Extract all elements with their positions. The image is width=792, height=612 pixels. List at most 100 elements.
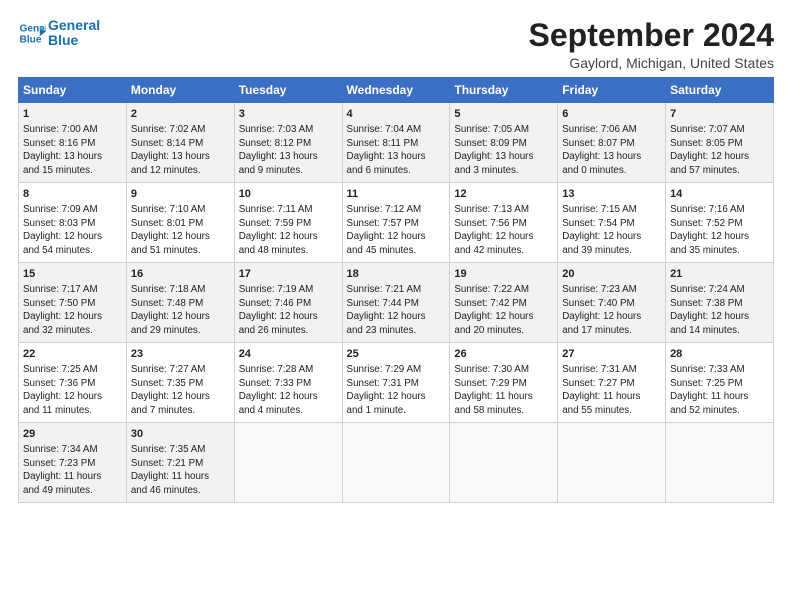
day-info: Sunrise: 7:09 AM Sunset: 8:03 PM Dayligh… xyxy=(23,204,102,256)
calendar-cell xyxy=(450,423,558,503)
day-info: Sunrise: 7:13 AM Sunset: 7:56 PM Dayligh… xyxy=(454,204,533,256)
day-info: Sunrise: 7:11 AM Sunset: 7:59 PM Dayligh… xyxy=(239,204,318,256)
calendar-cell: 9 Sunrise: 7:10 AM Sunset: 8:01 PM Daylig… xyxy=(126,183,234,263)
calendar-cell: 15 Sunrise: 7:17 AM Sunset: 7:50 PM Dayli… xyxy=(19,263,127,343)
day-number: 1 xyxy=(23,107,122,122)
day-number: 19 xyxy=(454,267,553,282)
col-saturday: Saturday xyxy=(666,78,774,103)
calendar-cell: 18 Sunrise: 7:21 AM Sunset: 7:44 PM Dayli… xyxy=(342,263,450,343)
day-number: 28 xyxy=(670,347,769,362)
calendar-week-5: 29 Sunrise: 7:34 AM Sunset: 7:23 PM Dayli… xyxy=(19,423,774,503)
day-info: Sunrise: 7:30 AM Sunset: 7:29 PM Dayligh… xyxy=(454,364,532,416)
day-info: Sunrise: 7:19 AM Sunset: 7:46 PM Dayligh… xyxy=(239,284,318,336)
day-info: Sunrise: 7:10 AM Sunset: 8:01 PM Dayligh… xyxy=(131,204,210,256)
day-info: Sunrise: 7:06 AM Sunset: 8:07 PM Dayligh… xyxy=(562,124,641,176)
day-number: 3 xyxy=(239,107,338,122)
calendar-cell: 16 Sunrise: 7:18 AM Sunset: 7:48 PM Dayli… xyxy=(126,263,234,343)
day-info: Sunrise: 7:25 AM Sunset: 7:36 PM Dayligh… xyxy=(23,364,102,416)
day-info: Sunrise: 7:17 AM Sunset: 7:50 PM Dayligh… xyxy=(23,284,102,336)
day-number: 12 xyxy=(454,187,553,202)
day-info: Sunrise: 7:05 AM Sunset: 8:09 PM Dayligh… xyxy=(454,124,533,176)
calendar-cell: 30 Sunrise: 7:35 AM Sunset: 7:21 PM Dayli… xyxy=(126,423,234,503)
col-monday: Monday xyxy=(126,78,234,103)
calendar-cell: 14 Sunrise: 7:16 AM Sunset: 7:52 PM Dayli… xyxy=(666,183,774,263)
logo: General Blue General Blue xyxy=(18,18,100,49)
day-number: 16 xyxy=(131,267,230,282)
day-number: 18 xyxy=(347,267,446,282)
day-number: 14 xyxy=(670,187,769,202)
day-number: 26 xyxy=(454,347,553,362)
day-number: 30 xyxy=(131,427,230,442)
day-number: 29 xyxy=(23,427,122,442)
calendar-cell: 12 Sunrise: 7:13 AM Sunset: 7:56 PM Dayli… xyxy=(450,183,558,263)
day-number: 9 xyxy=(131,187,230,202)
day-info: Sunrise: 7:35 AM Sunset: 7:21 PM Dayligh… xyxy=(131,444,209,496)
day-info: Sunrise: 7:21 AM Sunset: 7:44 PM Dayligh… xyxy=(347,284,426,336)
header: General Blue General Blue September 2024… xyxy=(18,18,774,71)
day-info: Sunrise: 7:33 AM Sunset: 7:25 PM Dayligh… xyxy=(670,364,748,416)
calendar-cell: 2Sunrise: 7:02 AM Sunset: 8:14 PM Daylig… xyxy=(126,103,234,183)
day-number: 20 xyxy=(562,267,661,282)
calendar-cell: 29 Sunrise: 7:34 AM Sunset: 7:23 PM Dayli… xyxy=(19,423,127,503)
calendar-cell: 5Sunrise: 7:05 AM Sunset: 8:09 PM Daylig… xyxy=(450,103,558,183)
col-wednesday: Wednesday xyxy=(342,78,450,103)
subtitle: Gaylord, Michigan, United States xyxy=(529,55,774,71)
day-number: 17 xyxy=(239,267,338,282)
day-number: 13 xyxy=(562,187,661,202)
day-number: 6 xyxy=(562,107,661,122)
day-number: 21 xyxy=(670,267,769,282)
header-row: Sunday Monday Tuesday Wednesday Thursday… xyxy=(19,78,774,103)
day-info: Sunrise: 7:00 AM Sunset: 8:16 PM Dayligh… xyxy=(23,124,102,176)
calendar-cell xyxy=(558,423,666,503)
calendar-week-1: 1 Sunrise: 7:00 AM Sunset: 8:16 PM Daylig… xyxy=(19,103,774,183)
calendar-cell: 25 Sunrise: 7:29 AM Sunset: 7:31 PM Dayli… xyxy=(342,343,450,423)
calendar-cell: 6 Sunrise: 7:06 AM Sunset: 8:07 PM Daylig… xyxy=(558,103,666,183)
col-thursday: Thursday xyxy=(450,78,558,103)
col-friday: Friday xyxy=(558,78,666,103)
calendar-cell: 10Sunrise: 7:11 AM Sunset: 7:59 PM Dayli… xyxy=(234,183,342,263)
calendar-cell xyxy=(342,423,450,503)
day-info: Sunrise: 7:31 AM Sunset: 7:27 PM Dayligh… xyxy=(562,364,640,416)
calendar-cell: 23Sunrise: 7:27 AM Sunset: 7:35 PM Dayli… xyxy=(126,343,234,423)
calendar-cell: 24Sunrise: 7:28 AM Sunset: 7:33 PM Dayli… xyxy=(234,343,342,423)
calendar-cell: 26 Sunrise: 7:30 AM Sunset: 7:29 PM Dayli… xyxy=(450,343,558,423)
calendar-cell: 27 Sunrise: 7:31 AM Sunset: 7:27 PM Dayli… xyxy=(558,343,666,423)
calendar-table: Sunday Monday Tuesday Wednesday Thursday… xyxy=(18,77,774,503)
day-info: Sunrise: 7:04 AM Sunset: 8:11 PM Dayligh… xyxy=(347,124,426,176)
calendar-cell: 21 Sunrise: 7:24 AM Sunset: 7:38 PM Dayli… xyxy=(666,263,774,343)
day-info: Sunrise: 7:07 AM Sunset: 8:05 PM Dayligh… xyxy=(670,124,749,176)
day-number: 7 xyxy=(670,107,769,122)
day-info: Sunrise: 7:29 AM Sunset: 7:31 PM Dayligh… xyxy=(347,364,426,416)
calendar-cell xyxy=(666,423,774,503)
day-info: Sunrise: 7:22 AM Sunset: 7:42 PM Dayligh… xyxy=(454,284,533,336)
col-tuesday: Tuesday xyxy=(234,78,342,103)
calendar-cell: 17 Sunrise: 7:19 AM Sunset: 7:46 PM Dayli… xyxy=(234,263,342,343)
calendar-cell: 1 Sunrise: 7:00 AM Sunset: 8:16 PM Daylig… xyxy=(19,103,127,183)
svg-text:Blue: Blue xyxy=(20,35,42,46)
calendar-cell: 19 Sunrise: 7:22 AM Sunset: 7:42 PM Dayli… xyxy=(450,263,558,343)
day-info: Sunrise: 7:16 AM Sunset: 7:52 PM Dayligh… xyxy=(670,204,749,256)
calendar-cell: 20Sunrise: 7:23 AM Sunset: 7:40 PM Dayli… xyxy=(558,263,666,343)
calendar-cell xyxy=(234,423,342,503)
calendar-cell: 4 Sunrise: 7:04 AM Sunset: 8:11 PM Daylig… xyxy=(342,103,450,183)
calendar-cell: 22 Sunrise: 7:25 AM Sunset: 7:36 PM Dayli… xyxy=(19,343,127,423)
day-number: 4 xyxy=(347,107,446,122)
day-info: Sunrise: 7:15 AM Sunset: 7:54 PM Dayligh… xyxy=(562,204,641,256)
day-number: 27 xyxy=(562,347,661,362)
day-info: Sunrise: 7:18 AM Sunset: 7:48 PM Dayligh… xyxy=(131,284,210,336)
day-info: Sunrise: 7:24 AM Sunset: 7:38 PM Dayligh… xyxy=(670,284,749,336)
calendar-week-2: 8Sunrise: 7:09 AM Sunset: 8:03 PM Daylig… xyxy=(19,183,774,263)
day-info: Sunrise: 7:28 AM Sunset: 7:33 PM Dayligh… xyxy=(239,364,318,416)
calendar-cell: 8Sunrise: 7:09 AM Sunset: 8:03 PM Daylig… xyxy=(19,183,127,263)
calendar-cell: 11Sunrise: 7:12 AM Sunset: 7:57 PM Dayli… xyxy=(342,183,450,263)
day-number: 15 xyxy=(23,267,122,282)
day-number: 25 xyxy=(347,347,446,362)
day-number: 2 xyxy=(131,107,230,122)
day-number: 22 xyxy=(23,347,122,362)
calendar-cell: 7 Sunrise: 7:07 AM Sunset: 8:05 PM Daylig… xyxy=(666,103,774,183)
day-number: 23 xyxy=(131,347,230,362)
page: General Blue General Blue September 2024… xyxy=(0,0,792,612)
calendar-week-3: 15 Sunrise: 7:17 AM Sunset: 7:50 PM Dayli… xyxy=(19,263,774,343)
day-info: Sunrise: 7:34 AM Sunset: 7:23 PM Dayligh… xyxy=(23,444,101,496)
calendar-cell: 28 Sunrise: 7:33 AM Sunset: 7:25 PM Dayli… xyxy=(666,343,774,423)
